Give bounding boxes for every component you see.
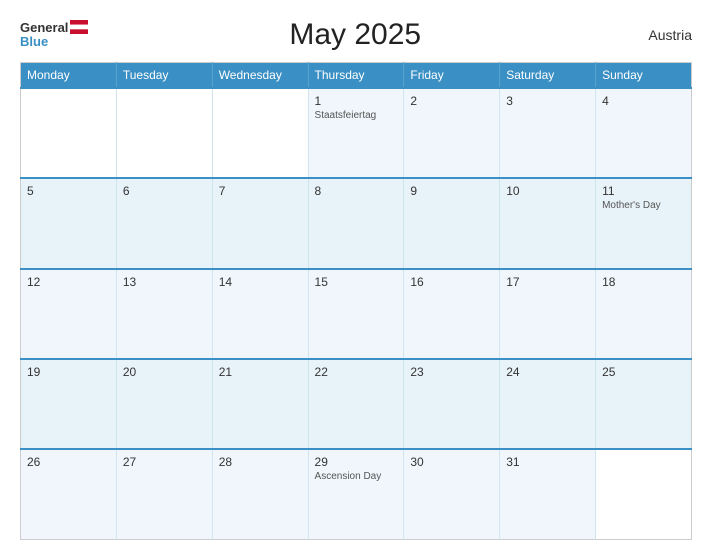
calendar-day-cell: 4	[596, 88, 692, 178]
calendar-week-row: 56789 10 11 Mother's Day	[21, 178, 692, 268]
calendar-day-cell: 10	[500, 178, 596, 268]
calendar-day-cell: 21	[212, 359, 308, 449]
calendar-day-cell: 11 Mother's Day	[596, 178, 692, 268]
calendar-header-row: Monday Tuesday Wednesday Thursday Friday…	[21, 63, 692, 89]
day-number: 6	[123, 184, 206, 198]
calendar-page: General Blue May 2025 Austria Monday Tue…	[0, 0, 712, 550]
calendar-day-cell: 27	[116, 449, 212, 539]
calendar-day-cell	[21, 88, 117, 178]
calendar-day-cell: 1 Staatsfeiertag	[308, 88, 404, 178]
calendar-day-cell: 14	[212, 269, 308, 359]
calendar-day-cell: 30	[404, 449, 500, 539]
day-number: 7	[219, 184, 302, 198]
calendar-day-cell: 20	[116, 359, 212, 449]
calendar-day-cell: 2	[404, 88, 500, 178]
calendar-day-cell: 29 Ascension Day	[308, 449, 404, 539]
calendar-day-cell	[212, 88, 308, 178]
logo: General Blue	[20, 21, 88, 50]
col-sunday: Sunday	[596, 63, 692, 89]
day-number: 27	[123, 455, 206, 469]
day-number: 2	[410, 94, 493, 108]
day-number: 30	[410, 455, 493, 469]
calendar-day-cell: 31	[500, 449, 596, 539]
day-number: 19	[27, 365, 110, 379]
logo-blue-text: Blue	[20, 35, 48, 49]
day-number: 20	[123, 365, 206, 379]
day-number: 24	[506, 365, 589, 379]
calendar-day-cell: 13	[116, 269, 212, 359]
country-label: Austria	[622, 27, 692, 43]
calendar-day-cell: 5	[21, 178, 117, 268]
day-number: 25	[602, 365, 685, 379]
day-number: 22	[315, 365, 398, 379]
calendar-day-cell: 17	[500, 269, 596, 359]
day-number: 3	[506, 94, 589, 108]
day-number: 23	[410, 365, 493, 379]
calendar-table: Monday Tuesday Wednesday Thursday Friday…	[20, 62, 692, 540]
calendar-week-row: 12 13 14 15 16 17 18	[21, 269, 692, 359]
day-number: 13	[123, 275, 206, 289]
calendar-day-cell: 8	[308, 178, 404, 268]
day-number: 18	[602, 275, 685, 289]
day-number: 4	[602, 94, 685, 108]
day-number: 14	[219, 275, 302, 289]
calendar-title: May 2025	[88, 18, 622, 52]
calendar-day-cell: 24	[500, 359, 596, 449]
day-number: 21	[219, 365, 302, 379]
day-number: 15	[315, 275, 398, 289]
day-number: 16	[410, 275, 493, 289]
calendar-day-cell: 26	[21, 449, 117, 539]
holiday-label: Ascension Day	[315, 471, 398, 482]
calendar-day-cell: 16	[404, 269, 500, 359]
logo-flag-icon	[70, 20, 88, 34]
col-wednesday: Wednesday	[212, 63, 308, 89]
calendar-day-cell: 3	[500, 88, 596, 178]
day-number: 1	[315, 94, 398, 108]
day-number: 31	[506, 455, 589, 469]
calendar-day-cell: 18	[596, 269, 692, 359]
calendar-week-row: 26 27 28 29 Ascension Day 30 31	[21, 449, 692, 539]
day-number: 28	[219, 455, 302, 469]
calendar-day-cell	[116, 88, 212, 178]
holiday-label: Mother's Day	[602, 200, 685, 211]
col-friday: Friday	[404, 63, 500, 89]
calendar-day-cell	[596, 449, 692, 539]
col-tuesday: Tuesday	[116, 63, 212, 89]
day-number: 29	[315, 455, 398, 469]
day-number: 10	[506, 184, 589, 198]
day-number: 17	[506, 275, 589, 289]
col-thursday: Thursday	[308, 63, 404, 89]
calendar-day-cell: 19	[21, 359, 117, 449]
day-number: 11	[602, 184, 685, 198]
calendar-day-cell: 7	[212, 178, 308, 268]
calendar-day-cell: 12	[21, 269, 117, 359]
calendar-day-cell: 25	[596, 359, 692, 449]
holiday-label: Staatsfeiertag	[315, 110, 398, 121]
day-number: 9	[410, 184, 493, 198]
day-number: 8	[315, 184, 398, 198]
calendar-day-cell: 28	[212, 449, 308, 539]
calendar-week-row: 1 Staatsfeiertag 234	[21, 88, 692, 178]
header: General Blue May 2025 Austria	[20, 18, 692, 52]
day-number: 26	[27, 455, 110, 469]
logo-general-text: General	[20, 21, 68, 35]
day-number: 12	[27, 275, 110, 289]
calendar-day-cell: 6	[116, 178, 212, 268]
calendar-day-cell: 23	[404, 359, 500, 449]
calendar-week-row: 19 20 21 22 23 24 25	[21, 359, 692, 449]
calendar-day-cell: 22	[308, 359, 404, 449]
calendar-day-cell: 9	[404, 178, 500, 268]
day-number: 5	[27, 184, 110, 198]
calendar-day-cell: 15	[308, 269, 404, 359]
col-monday: Monday	[21, 63, 117, 89]
col-saturday: Saturday	[500, 63, 596, 89]
